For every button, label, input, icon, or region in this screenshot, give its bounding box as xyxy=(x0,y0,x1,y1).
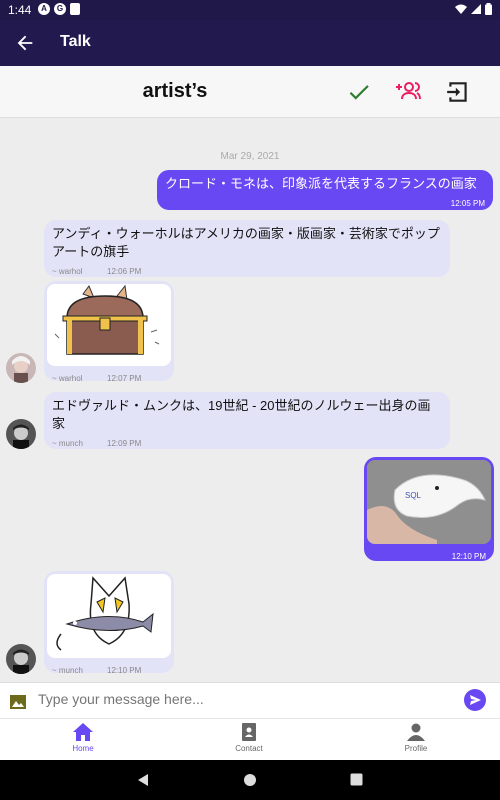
battery-icon xyxy=(485,3,492,15)
nav-contact-label: Contact xyxy=(235,744,263,753)
nav-home[interactable]: Home xyxy=(43,723,123,753)
message-meta: ~ munch 12:10 PM xyxy=(47,660,171,680)
status-icons: A G xyxy=(38,3,80,15)
app-title: Talk xyxy=(60,33,91,50)
nav-profile[interactable]: Profile xyxy=(376,723,456,753)
message-time: 12:10 PM xyxy=(451,552,486,561)
message-meta: ~ warhol 12:07 PM xyxy=(47,368,171,388)
message-sender: ~ munch xyxy=(52,439,83,448)
wifi-icon xyxy=(455,4,467,14)
status-time: 1:44 xyxy=(8,3,32,17)
status-bar: 1:44 A G xyxy=(0,0,500,20)
message-bubble-incoming[interactable]: アンディ・ウォーホルはアメリカの画家・版画家・芸術家でポップアートの旗手 ~ w… xyxy=(44,220,450,277)
signal-icon xyxy=(471,4,481,14)
message-sender: ~ warhol xyxy=(52,374,83,383)
message-text: アンディ・ウォーホルはアメリカの画家・版画家・芸術家でポップアートの旗手 xyxy=(52,226,440,259)
message-input[interactable] xyxy=(38,691,438,707)
avatar-warhol[interactable] xyxy=(6,353,36,383)
sync-icon: G xyxy=(54,3,66,15)
message-bubble-incoming[interactable]: エドヴァルド・ムンクは、19世紀 - 20世紀のノルウェー出身の画家 ~ mun… xyxy=(44,392,450,449)
chat-header: artist’s xyxy=(0,66,500,118)
exit-icon[interactable] xyxy=(445,79,471,105)
message-input-bar xyxy=(0,682,500,718)
message-bubble-outgoing[interactable]: クロード・モネは、印象派を代表するフランスの画家 12:05 PM xyxy=(157,170,493,210)
date-separator: Mar 29, 2021 xyxy=(220,151,280,162)
add-user-icon[interactable] xyxy=(395,79,421,105)
contact-book-icon xyxy=(242,723,256,741)
message-list[interactable]: Mar 29, 2021 クロード・モネは、印象派を代表するフランスの画家 12… xyxy=(0,119,500,682)
home-icon xyxy=(73,723,93,741)
message-meta: ~ warhol 12:06 PM xyxy=(52,263,442,281)
person-icon xyxy=(407,723,425,741)
back-arrow-icon[interactable] xyxy=(14,32,36,54)
nav-profile-label: Profile xyxy=(404,744,428,753)
avatar-munch[interactable] xyxy=(6,419,36,449)
message-time: 12:10 PM xyxy=(107,666,142,675)
send-icon xyxy=(470,695,481,705)
gallery-icon[interactable] xyxy=(10,695,26,709)
system-back-icon[interactable] xyxy=(136,773,150,787)
treasure-chest-cat-sticker[interactable] xyxy=(47,284,171,366)
nav-contact[interactable]: Contact xyxy=(209,723,289,753)
dolphin-toy-photo[interactable]: SQL xyxy=(367,460,491,544)
nav-home-label: Home xyxy=(72,744,94,753)
message-time: 12:06 PM xyxy=(107,267,142,276)
message-meta: ~ munch 12:09 PM xyxy=(52,435,442,453)
message-sender: ~ munch xyxy=(52,666,83,675)
message-time: 12:09 PM xyxy=(107,439,142,448)
system-home-icon[interactable] xyxy=(243,773,257,787)
avatar-munch[interactable] xyxy=(6,644,36,674)
system-navigation-bar xyxy=(0,760,500,800)
sim-icon xyxy=(70,3,80,15)
message-bubble-incoming-image[interactable]: ~ warhol 12:07 PM xyxy=(44,281,174,383)
message-bubble-incoming-image[interactable]: ~ munch 12:10 PM xyxy=(44,571,174,675)
message-time: 12:05 PM xyxy=(450,199,485,208)
chat-room-name: artist’s xyxy=(142,80,208,102)
app-bar: Talk xyxy=(0,20,500,66)
message-sender: ~ warhol xyxy=(52,267,83,276)
message-text: エドヴァルド・ムンクは、19世紀 - 20世紀のノルウェー出身の画家 xyxy=(52,398,431,431)
launcher-icon: A xyxy=(38,3,50,15)
system-recents-icon[interactable] xyxy=(350,773,363,786)
send-button[interactable] xyxy=(464,689,486,711)
svg-text:SQL: SQL xyxy=(405,491,422,500)
check-icon[interactable] xyxy=(346,79,372,105)
message-text: クロード・モネは、印象派を代表するフランスの画家 xyxy=(165,176,477,191)
message-time: 12:07 PM xyxy=(107,374,142,383)
bottom-navigation: Home Contact Profile xyxy=(0,718,500,760)
cat-with-fish-sticker[interactable] xyxy=(47,574,171,658)
status-right xyxy=(455,3,492,15)
message-bubble-outgoing-image[interactable]: SQL 12:10 PM xyxy=(364,457,494,561)
